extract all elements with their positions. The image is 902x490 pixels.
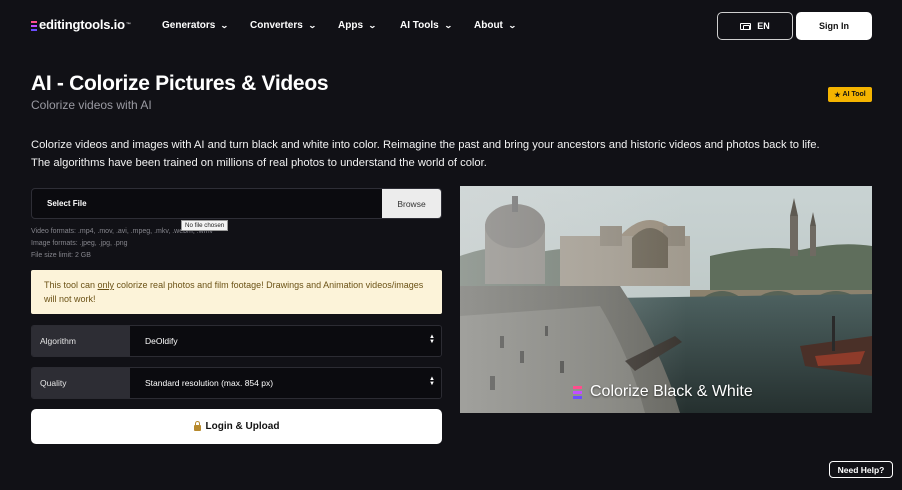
select-arrows-icon: ▲ ▼ [429,334,435,345]
quality-select[interactable]: Quality Standard resolution (max. 854 px… [31,367,442,399]
file-size-limit-text: File size limit: 2 GB [31,252,91,259]
description-line: The algorithms have been trained on mill… [31,157,487,169]
need-help-button[interactable]: Need Help? [829,461,893,478]
algorithm-select[interactable]: Algorithm DeOldify ▲ ▼ [31,325,442,357]
upload-label: Login & Upload [205,421,280,432]
top-nav: editingtools.io ™ Generators ⌄ Converters ⌄… [0,0,902,52]
menu-label: Converters [250,20,303,31]
chevron-down-icon: ⌄ [443,21,453,30]
description-line: Colorize videos and images with AI and t… [31,139,820,151]
quality-label: Quality [32,368,130,398]
star-icon: ★ [834,91,841,99]
language-button[interactable]: EN [717,12,793,40]
menu-ai-tools[interactable]: AI Tools ⌄ [400,20,453,31]
site-logo[interactable]: editingtools.io ™ [31,17,131,32]
flag-icon [740,22,752,30]
quality-value: Standard resolution (max. 854 px) [145,378,274,388]
chevron-down-icon: ⌄ [507,21,517,30]
ai-tool-badge: ★ AI Tool [828,87,872,102]
menu-label: Apps [338,20,363,31]
quality-value-field[interactable]: Standard resolution (max. 854 px) ▲ ▼ [130,368,441,398]
menu-about[interactable]: About ⌄ [474,20,517,31]
preview-caption: Colorize Black & White [573,383,753,401]
description: Colorize videos and images with AI and t… [31,136,881,172]
chevron-down-icon: ⌄ [367,21,377,30]
caption-text: Colorize Black & White [590,383,753,400]
logo-mark-icon [573,385,582,399]
page-subtitle: Colorize videos with AI [31,98,152,112]
algorithm-label: Algorithm [32,326,130,356]
menu-apps[interactable]: Apps ⌄ [338,20,377,31]
menu-label: About [474,20,503,31]
notice-emphasis: only [97,280,115,290]
file-tooltip: No file chosen [181,220,229,231]
menu-label: AI Tools [400,20,439,31]
sign-in-button[interactable]: Sign In [796,12,872,40]
logo-text: editingtools.io [39,17,125,32]
menu-generators[interactable]: Generators ⌄ [162,20,230,31]
algorithm-value: DeOldify [145,336,178,346]
language-label: EN [757,21,770,31]
warning-notice: This tool can only colorize real photos … [31,270,442,314]
login-upload-button[interactable]: Login & Upload [31,409,442,444]
file-input[interactable]: Select File Browse [31,188,442,219]
algorithm-value-field[interactable]: DeOldify ▲ ▼ [130,326,441,356]
select-arrows-icon: ▲ ▼ [429,376,435,387]
preview-image: Colorize Black & White [460,186,872,413]
notice-text: This tool can [44,280,98,290]
badge-label: AI Tool [842,91,866,98]
logo-mark-icon [31,20,37,31]
file-info: Video formats: .mp4, .mov, .avi, .mpeg, … [31,226,213,262]
chevron-down-icon: ⌄ [220,21,230,30]
image-formats-text: Image formats: .jpeg, .jpg, .png [31,240,128,247]
browse-button[interactable]: Browse [382,189,441,218]
select-file-label: Select File [47,199,87,208]
page-title: AI - Colorize Pictures & Videos [31,72,329,95]
chevron-down-icon: ⌄ [307,21,317,30]
logo-trademark: ™ [125,21,131,28]
colorized-city-photo [460,186,872,413]
menu-label: Generators [162,20,216,31]
lock-icon [193,420,201,431]
menu-converters[interactable]: Converters ⌄ [250,20,317,31]
